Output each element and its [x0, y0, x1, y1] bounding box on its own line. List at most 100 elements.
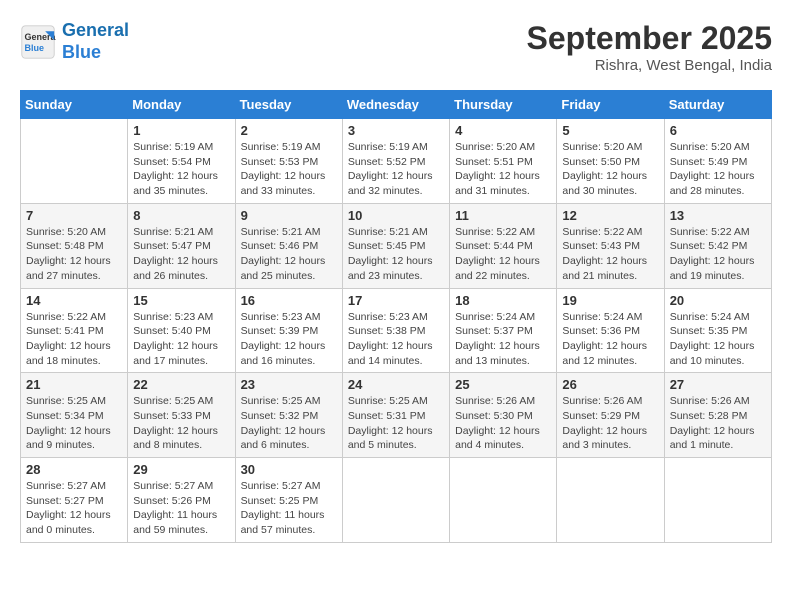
calendar-cell: [450, 458, 557, 543]
day-header-thursday: Thursday: [450, 91, 557, 119]
svg-text:Blue: Blue: [25, 43, 45, 53]
calendar-cell: 10Sunrise: 5:21 AMSunset: 5:45 PMDayligh…: [342, 203, 449, 288]
day-header-tuesday: Tuesday: [235, 91, 342, 119]
day-info: Sunrise: 5:26 AMSunset: 5:30 PMDaylight:…: [455, 394, 551, 453]
calendar-cell: 14 Sunrise: 5:22 AMSunset: 5:41 PMDayligh…: [21, 288, 128, 373]
month-title: September 2025: [527, 20, 772, 57]
calendar-cell: 11 Sunrise: 5:22 AMSunset: 5:44 PMDayligh…: [450, 203, 557, 288]
day-number: 26: [562, 377, 658, 392]
day-info: Sunrise: 5:20 AMSunset: 5:50 PMDaylight:…: [562, 140, 658, 199]
calendar-cell: 23 Sunrise: 5:25 AMSunset: 5:32 PMDayligh…: [235, 373, 342, 458]
calendar-cell: 3Sunrise: 5:19 AMSunset: 5:52 PMDaylight…: [342, 119, 449, 204]
day-info: Sunrise: 5:24 AMSunset: 5:35 PMDaylight:…: [670, 310, 766, 369]
day-info: Sunrise: 5:21 AMSunset: 5:47 PMDaylight:…: [133, 225, 229, 284]
day-info: Sunrise: 5:23 AMSunset: 5:40 PMDaylight:…: [133, 310, 229, 369]
logo: General Blue GeneralBlue: [20, 20, 129, 63]
day-number: 12: [562, 208, 658, 223]
calendar-header-row: SundayMondayTuesdayWednesdayThursdayFrid…: [21, 91, 772, 119]
location: Rishra, West Bengal, India: [527, 57, 772, 74]
day-info: Sunrise: 5:22 AMSunset: 5:44 PMDaylight:…: [455, 225, 551, 284]
day-header-saturday: Saturday: [664, 91, 771, 119]
day-number: 6: [670, 123, 766, 138]
day-header-friday: Friday: [557, 91, 664, 119]
day-info: Sunrise: 5:25 AMSunset: 5:32 PMDaylight:…: [241, 394, 337, 453]
day-number: 27: [670, 377, 766, 392]
calendar-cell: 30 Sunrise: 5:27 AMSunset: 5:25 PMDayligh…: [235, 458, 342, 543]
calendar-cell: 9 Sunrise: 5:21 AMSunset: 5:46 PMDaylight…: [235, 203, 342, 288]
day-number: 9: [241, 208, 337, 223]
day-header-sunday: Sunday: [21, 91, 128, 119]
calendar-cell: [342, 458, 449, 543]
calendar-cell: [21, 119, 128, 204]
day-info: Sunrise: 5:21 AMSunset: 5:46 PMDaylight:…: [241, 225, 337, 284]
day-number: 23: [241, 377, 337, 392]
day-number: 13: [670, 208, 766, 223]
day-info: Sunrise: 5:23 AMSunset: 5:39 PMDaylight:…: [241, 310, 337, 369]
calendar-cell: [664, 458, 771, 543]
day-info: Sunrise: 5:25 AMSunset: 5:31 PMDaylight:…: [348, 394, 444, 453]
day-info: Sunrise: 5:20 AMSunset: 5:49 PMDaylight:…: [670, 140, 766, 199]
calendar-week-row: 14 Sunrise: 5:22 AMSunset: 5:41 PMDayligh…: [21, 288, 772, 373]
day-number: 29: [133, 462, 229, 477]
calendar-cell: 15 Sunrise: 5:23 AMSunset: 5:40 PMDayligh…: [128, 288, 235, 373]
day-info: Sunrise: 5:20 AMSunset: 5:51 PMDaylight:…: [455, 140, 551, 199]
day-number: 1: [133, 123, 229, 138]
day-number: 21: [26, 377, 122, 392]
calendar-week-row: 28 Sunrise: 5:27 AMSunset: 5:27 PMDayligh…: [21, 458, 772, 543]
day-number: 7: [26, 208, 122, 223]
day-header-monday: Monday: [128, 91, 235, 119]
day-number: 5: [562, 123, 658, 138]
day-number: 2: [241, 123, 337, 138]
calendar-cell: 12Sunrise: 5:22 AMSunset: 5:43 PMDayligh…: [557, 203, 664, 288]
day-number: 28: [26, 462, 122, 477]
calendar-cell: 6 Sunrise: 5:20 AMSunset: 5:49 PMDaylight…: [664, 119, 771, 204]
day-number: 20: [670, 293, 766, 308]
calendar-cell: 28 Sunrise: 5:27 AMSunset: 5:27 PMDayligh…: [21, 458, 128, 543]
day-number: 24: [348, 377, 444, 392]
title-block: September 2025 Rishra, West Bengal, Indi…: [527, 20, 772, 74]
day-number: 17: [348, 293, 444, 308]
day-number: 30: [241, 462, 337, 477]
calendar-cell: 18 Sunrise: 5:24 AMSunset: 5:37 PMDayligh…: [450, 288, 557, 373]
day-number: 18: [455, 293, 551, 308]
calendar-cell: 26 Sunrise: 5:26 AMSunset: 5:29 PMDayligh…: [557, 373, 664, 458]
day-info: Sunrise: 5:19 AMSunset: 5:54 PMDaylight:…: [133, 140, 229, 199]
logo-icon: General Blue: [20, 24, 56, 60]
day-info: Sunrise: 5:22 AMSunset: 5:41 PMDaylight:…: [26, 310, 122, 369]
calendar-cell: [557, 458, 664, 543]
day-number: 10: [348, 208, 444, 223]
calendar-week-row: 7 Sunrise: 5:20 AMSunset: 5:48 PMDaylight…: [21, 203, 772, 288]
day-info: Sunrise: 5:27 AMSunset: 5:27 PMDaylight:…: [26, 479, 122, 538]
day-number: 4: [455, 123, 551, 138]
day-number: 22: [133, 377, 229, 392]
calendar-cell: 13 Sunrise: 5:22 AMSunset: 5:42 PMDayligh…: [664, 203, 771, 288]
calendar-cell: 24 Sunrise: 5:25 AMSunset: 5:31 PMDayligh…: [342, 373, 449, 458]
day-header-wednesday: Wednesday: [342, 91, 449, 119]
day-info: Sunrise: 5:26 AMSunset: 5:28 PMDaylight:…: [670, 394, 766, 453]
page-header: General Blue GeneralBlue September 2025 …: [20, 20, 772, 74]
calendar-cell: 16Sunrise: 5:23 AMSunset: 5:39 PMDayligh…: [235, 288, 342, 373]
calendar-cell: 2 Sunrise: 5:19 AMSunset: 5:53 PMDaylight…: [235, 119, 342, 204]
calendar-cell: 8Sunrise: 5:21 AMSunset: 5:47 PMDaylight…: [128, 203, 235, 288]
calendar-week-row: 1 Sunrise: 5:19 AMSunset: 5:54 PMDaylight…: [21, 119, 772, 204]
calendar-cell: 27 Sunrise: 5:26 AMSunset: 5:28 PMDayligh…: [664, 373, 771, 458]
calendar-cell: 4 Sunrise: 5:20 AMSunset: 5:51 PMDaylight…: [450, 119, 557, 204]
day-info: Sunrise: 5:20 AMSunset: 5:48 PMDaylight:…: [26, 225, 122, 284]
day-info: Sunrise: 5:22 AMSunset: 5:42 PMDaylight:…: [670, 225, 766, 284]
day-info: Sunrise: 5:25 AMSunset: 5:33 PMDaylight:…: [133, 394, 229, 453]
day-number: 15: [133, 293, 229, 308]
day-info: Sunrise: 5:24 AMSunset: 5:37 PMDaylight:…: [455, 310, 551, 369]
day-number: 11: [455, 208, 551, 223]
calendar-cell: 1 Sunrise: 5:19 AMSunset: 5:54 PMDaylight…: [128, 119, 235, 204]
calendar-cell: 17Sunrise: 5:23 AMSunset: 5:38 PMDayligh…: [342, 288, 449, 373]
day-number: 14: [26, 293, 122, 308]
calendar-week-row: 21 Sunrise: 5:25 AMSunset: 5:34 PMDayligh…: [21, 373, 772, 458]
calendar-table: SundayMondayTuesdayWednesdayThursdayFrid…: [20, 90, 772, 543]
day-info: Sunrise: 5:26 AMSunset: 5:29 PMDaylight:…: [562, 394, 658, 453]
day-info: Sunrise: 5:19 AMSunset: 5:53 PMDaylight:…: [241, 140, 337, 199]
day-info: Sunrise: 5:27 AMSunset: 5:25 PMDaylight:…: [241, 479, 337, 538]
day-number: 19: [562, 293, 658, 308]
calendar-cell: 25Sunrise: 5:26 AMSunset: 5:30 PMDayligh…: [450, 373, 557, 458]
calendar-cell: 5 Sunrise: 5:20 AMSunset: 5:50 PMDaylight…: [557, 119, 664, 204]
day-info: Sunrise: 5:25 AMSunset: 5:34 PMDaylight:…: [26, 394, 122, 453]
